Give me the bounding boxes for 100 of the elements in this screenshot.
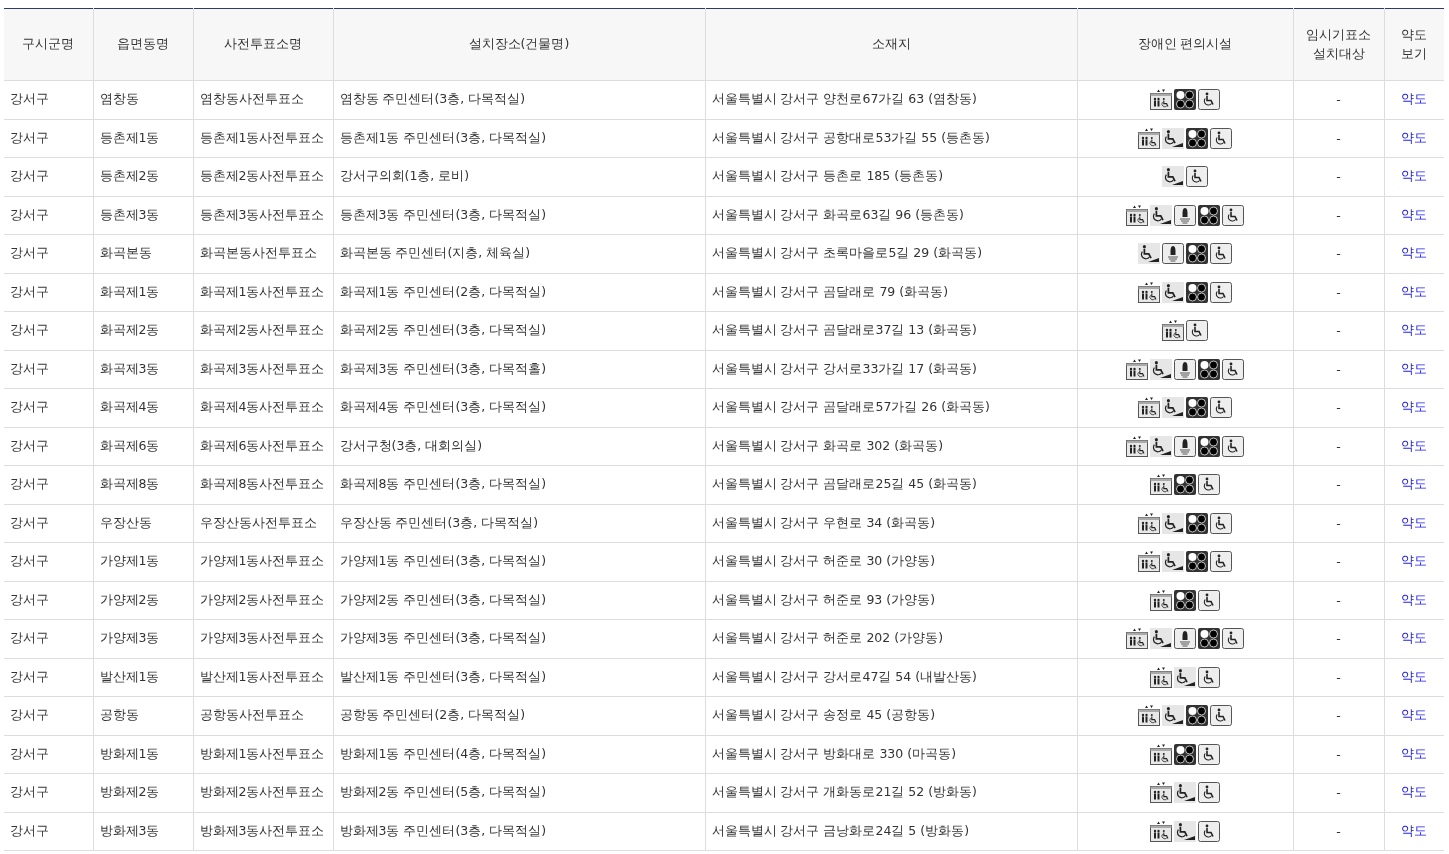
table-cell: 방화제2동 주민센터(5층, 다목적실) — [333, 773, 705, 812]
table-cell: 화곡제1동사전투표소 — [193, 273, 333, 312]
table-cell: 방화제1동 주민센터(4층, 다목적실) — [333, 735, 705, 774]
map-link[interactable]: 약도 — [1401, 206, 1428, 222]
table-cell: 강서구 — [4, 812, 93, 851]
braille-icon — [1174, 89, 1196, 111]
table-cell: 화곡제4동사전투표소 — [193, 388, 333, 427]
table-cell: 강서구 — [4, 504, 93, 543]
elevator-icon — [1150, 743, 1172, 765]
table-cell: 서울특별시 강서구 우현로 34 (화곡동) — [705, 504, 1077, 543]
wheelchair-ramp-icon — [1150, 435, 1172, 457]
table-cell: 강서구 — [4, 80, 93, 119]
table-cell: 서울특별시 강서구 화곡로 302 (화곡동) — [705, 427, 1077, 466]
wheelchair-ramp-icon — [1138, 243, 1160, 265]
map-link[interactable]: 약도 — [1401, 707, 1428, 723]
column-header: 구시군명 — [4, 8, 93, 81]
wheelchair-icon — [1210, 397, 1232, 419]
table-cell: 화곡제2동사전투표소 — [193, 311, 333, 350]
elevator-icon — [1150, 89, 1172, 111]
map-link[interactable]: 약도 — [1401, 360, 1428, 376]
braille-icon — [1174, 743, 1196, 765]
elevator-icon — [1138, 397, 1160, 419]
wheelchair-icon — [1210, 281, 1232, 303]
table-cell: 강서구 — [4, 735, 93, 774]
wheelchair-ramp-icon — [1174, 782, 1196, 804]
column-header: 약도 보기 — [1384, 8, 1444, 81]
table-cell: 발산제1동사전투표소 — [193, 658, 333, 697]
map-link[interactable]: 약도 — [1401, 822, 1428, 838]
table-cell: 등촌제3동사전투표소 — [193, 196, 333, 235]
map-link[interactable]: 약도 — [1401, 745, 1428, 761]
map-link[interactable]: 약도 — [1401, 91, 1428, 107]
wheelchair-icon — [1222, 628, 1244, 650]
elevator-icon — [1138, 705, 1160, 727]
table-cell: 염창동사전투표소 — [193, 80, 333, 119]
column-header: 읍면동명 — [93, 8, 193, 81]
column-header: 설치장소(건물명) — [333, 8, 705, 81]
wheelchair-ramp-icon — [1162, 551, 1184, 573]
map-link[interactable]: 약도 — [1401, 553, 1428, 569]
table-cell: 방화제1동 — [93, 735, 193, 774]
map-link[interactable]: 약도 — [1401, 245, 1428, 261]
map-link[interactable]: 약도 — [1401, 322, 1428, 338]
table-cell: 서울특별시 강서구 금낭화로24길 5 (방화동) — [705, 812, 1077, 851]
table-cell: 발산제1동 — [93, 658, 193, 697]
table-cell: - — [1293, 542, 1384, 581]
table-cell: 가양제3동 — [93, 619, 193, 658]
braille-icon — [1198, 358, 1220, 380]
map-link[interactable]: 약도 — [1401, 129, 1428, 145]
table-cell: - — [1293, 581, 1384, 620]
table-cell: 발산제1동 주민센터(3층, 다목적실) — [333, 658, 705, 697]
table-cell: 화곡제8동 — [93, 465, 193, 504]
table-cell: 방화제1동사전투표소 — [193, 735, 333, 774]
map-link[interactable]: 약도 — [1401, 784, 1428, 800]
table-cell: 화곡제3동사전투표소 — [193, 350, 333, 389]
table-cell: 화곡제1동 주민센터(2층, 다목적실) — [333, 273, 705, 312]
bell-icon — [1174, 435, 1196, 457]
table-cell: 공항동 주민센터(2층, 다목적실) — [333, 696, 705, 735]
map-link[interactable]: 약도 — [1401, 630, 1428, 646]
table-cell: 화곡제3동 — [93, 350, 193, 389]
table-cell: - — [1293, 157, 1384, 196]
table-cell: - — [1293, 773, 1384, 812]
elevator-icon — [1126, 628, 1148, 650]
table-cell: 등촌제2동사전투표소 — [193, 157, 333, 196]
map-link[interactable]: 약도 — [1401, 168, 1428, 184]
table-cell: 서울특별시 강서구 곰달래로 79 (화곡동) — [705, 273, 1077, 312]
table-cell: 서울특별시 강서구 곰달래로37길 13 (화곡동) — [705, 311, 1077, 350]
wheelchair-icon — [1198, 782, 1220, 804]
table-cell: 강서구청(3층, 대회의실) — [333, 427, 705, 466]
map-link[interactable]: 약도 — [1401, 399, 1428, 415]
table-cell: 등촌제3동 주민센터(3층, 다목적실) — [333, 196, 705, 235]
table-cell: 등촌제2동 — [93, 157, 193, 196]
table-cell: 방화제3동사전투표소 — [193, 812, 333, 851]
table-cell: 강서구 — [4, 542, 93, 581]
map-link[interactable]: 약도 — [1401, 668, 1428, 684]
table-cell: 방화제2동사전투표소 — [193, 773, 333, 812]
table-cell: 강서구 — [4, 581, 93, 620]
table-cell: - — [1293, 311, 1384, 350]
braille-icon — [1186, 551, 1208, 573]
table-cell: 화곡제8동 주민센터(3층, 다목적실) — [333, 465, 705, 504]
map-link[interactable]: 약도 — [1401, 437, 1428, 453]
table-cell: - — [1293, 812, 1384, 851]
map-link[interactable]: 약도 — [1401, 476, 1428, 492]
wheelchair-icon — [1222, 435, 1244, 457]
map-link[interactable]: 약도 — [1401, 514, 1428, 530]
table-cell: 염창동 — [93, 80, 193, 119]
map-link[interactable]: 약도 — [1401, 591, 1428, 607]
table-cell: 서울특별시 강서구 강서로47길 54 (내발산동) — [705, 658, 1077, 697]
table-cell: 화곡제6동사전투표소 — [193, 427, 333, 466]
elevator-icon — [1150, 666, 1172, 688]
wheelchair-ramp-icon — [1162, 512, 1184, 534]
table-cell: 등촌제1동사전투표소 — [193, 119, 333, 158]
table-cell: 방화제3동 주민센터(3층, 다목적실) — [333, 812, 705, 851]
map-link[interactable]: 약도 — [1401, 283, 1428, 299]
bell-icon — [1174, 628, 1196, 650]
table-cell: 공항동 — [93, 696, 193, 735]
table-cell: 강서구 — [4, 658, 93, 697]
table-cell: 강서구 — [4, 273, 93, 312]
braille-icon — [1198, 204, 1220, 226]
wheelchair-ramp-icon — [1162, 166, 1184, 188]
table-cell: 서울특별시 강서구 공항대로53가길 55 (등촌동) — [705, 119, 1077, 158]
braille-icon — [1186, 281, 1208, 303]
